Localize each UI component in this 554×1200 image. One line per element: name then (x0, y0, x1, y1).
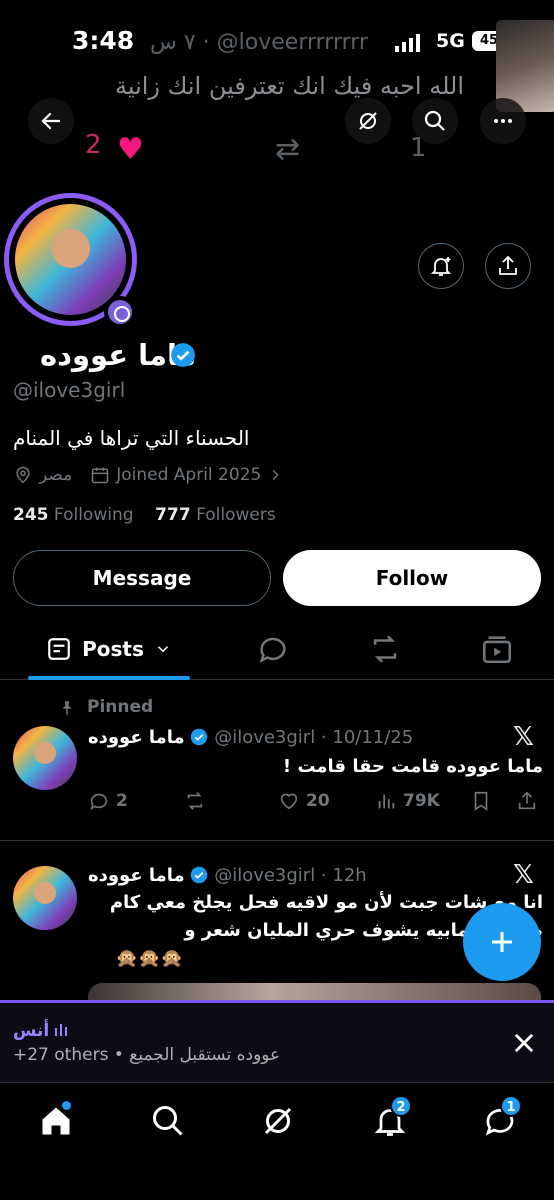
tab-posts[interactable]: Posts (28, 618, 190, 680)
followers-label: Followers (196, 505, 276, 525)
ghost-reply-count: 1 (410, 133, 427, 163)
chevron-down-icon (157, 646, 168, 653)
more-button[interactable] (480, 98, 526, 144)
like-button[interactable]: 20 (278, 790, 330, 812)
nav-search[interactable] (150, 1103, 186, 1139)
follow-button[interactable]: Follow (283, 550, 541, 606)
views-icon (378, 794, 395, 809)
tweet-author-name[interactable]: ماما عووده (88, 865, 185, 886)
follow-stats: 245 Following 777 Followers (13, 505, 276, 525)
followers-link[interactable]: 777 Followers (155, 505, 276, 525)
ghost-like-count: 2 (85, 130, 102, 160)
tweet-actions: 2 20 79K (88, 790, 543, 814)
bell-plus-icon (430, 257, 452, 276)
tab-reposts-icon[interactable] (368, 632, 402, 666)
nav-home[interactable] (38, 1101, 74, 1139)
compose-button[interactable] (463, 903, 541, 981)
tweet-emoji-line: 🙊🙊🙊 (115, 948, 183, 969)
share-icon (499, 255, 517, 275)
close-icon[interactable] (510, 1029, 538, 1057)
following-count: 245 (13, 505, 49, 525)
ghost-handle-text: ٧ س · @loveerrrrrrrr (150, 30, 368, 55)
tab-replies-icon[interactable] (256, 632, 290, 666)
pinned-label: Pinned (87, 697, 154, 717)
reply-button[interactable]: 2 (88, 790, 128, 812)
profile-handle: @ilove3girl (13, 378, 126, 402)
affiliate-badge-icon[interactable] (104, 296, 136, 328)
repost-icon (187, 792, 203, 810)
verified-badge-icon (191, 728, 208, 746)
tab-posts-label: Posts (82, 637, 144, 661)
tweet-header: ماما عووده @ilove3girl · 10/11/25 (88, 727, 413, 748)
tweet-text-line: انا مع شات جبت لأن مو لاقيه فحل يجلخ معي… (109, 892, 543, 913)
home-dot (62, 1101, 71, 1110)
nav-messages[interactable]: 1 (482, 1095, 522, 1139)
back-button[interactable] (28, 98, 74, 144)
message-button[interactable]: Message (13, 550, 271, 606)
share-profile-button[interactable] (485, 243, 531, 289)
tweet-handle-date: @ilove3girl · 10/11/25 (214, 727, 414, 748)
heart-icon: ♥ (117, 132, 144, 167)
profile-tabs: Posts (0, 618, 554, 680)
location-icon (16, 466, 30, 484)
reply-count: 2 (116, 791, 128, 811)
plus-icon (492, 932, 512, 952)
more-icon (494, 119, 512, 123)
profile-meta: مصر Joined April 2025 (13, 465, 283, 485)
profile-joined: Joined April 2025 (116, 465, 262, 485)
ghost-tweet-actions: 2 ♥ ⇄ 1 (85, 130, 485, 170)
tweet-avatar[interactable] (13, 726, 77, 790)
reply-icon (90, 793, 108, 810)
tweet-handle-date: @ilove3girl · 12h (214, 865, 367, 886)
verified-badge-icon (191, 866, 208, 884)
spaces-bar[interactable]: أنس +27 others • عووده تستقبل الجميع (0, 1000, 554, 1082)
like-count: 20 (306, 791, 330, 811)
following-label: Following (53, 505, 134, 525)
chevron-right-icon[interactable] (267, 467, 283, 483)
network-label: 5G (436, 30, 465, 52)
tweet-avatar[interactable] (13, 866, 77, 930)
profile-location: مصر (39, 465, 73, 485)
space-host: أنس (13, 1021, 68, 1041)
tweet-header: ماما عووده @ilove3girl · 12h (88, 865, 367, 886)
retweet-icon: ⇄ (275, 132, 301, 167)
verified-badge-icon[interactable] (170, 342, 196, 368)
messages-badge: 1 (500, 1095, 522, 1117)
bottom-nav: 2 1 (0, 1082, 554, 1200)
divider (0, 840, 554, 841)
bookmark-button[interactable] (470, 790, 492, 812)
share-icon (518, 791, 536, 810)
audio-bars-icon (55, 1024, 68, 1036)
pin-icon (62, 701, 72, 715)
posts-icon (48, 638, 70, 660)
space-host-name: أنس (13, 1021, 56, 1041)
space-title: +27 others • عووده تستقبل الجميع (13, 1045, 281, 1065)
ghost-tweet-text: الله احبه فيك انك تعترفين انك زانية (114, 72, 464, 100)
nav-notifications[interactable]: 2 (372, 1095, 412, 1139)
signal-icon (395, 34, 420, 52)
notify-subscribe-button[interactable] (418, 243, 464, 289)
repost-button[interactable] (184, 790, 206, 812)
status-time: 3:48 (72, 26, 135, 55)
profile-bio: الحسناء التي تراها في المنام (13, 426, 250, 450)
notifications-badge: 2 (390, 1095, 412, 1117)
arrow-left-icon (41, 112, 61, 130)
bookmark-icon (474, 791, 488, 811)
x-logo-icon: 𝕏 (513, 860, 534, 890)
calendar-icon (91, 467, 109, 484)
views-button[interactable]: 79K (375, 790, 440, 812)
tab-media-icon[interactable] (480, 632, 514, 666)
heart-icon (280, 793, 298, 810)
search-icon (153, 1106, 183, 1136)
share-button[interactable] (516, 790, 538, 812)
grok-icon (264, 1107, 292, 1135)
followers-count: 777 (155, 505, 191, 525)
x-logo-icon: 𝕏 (513, 722, 534, 752)
tweet-author-name[interactable]: ماما عووده (88, 727, 185, 748)
tweet-text: ماما عووده قامت حقا قامت ! (282, 756, 543, 777)
view-count: 79K (403, 791, 440, 811)
nav-grok[interactable] (260, 1103, 296, 1139)
following-link[interactable]: 245 Following (13, 505, 134, 525)
